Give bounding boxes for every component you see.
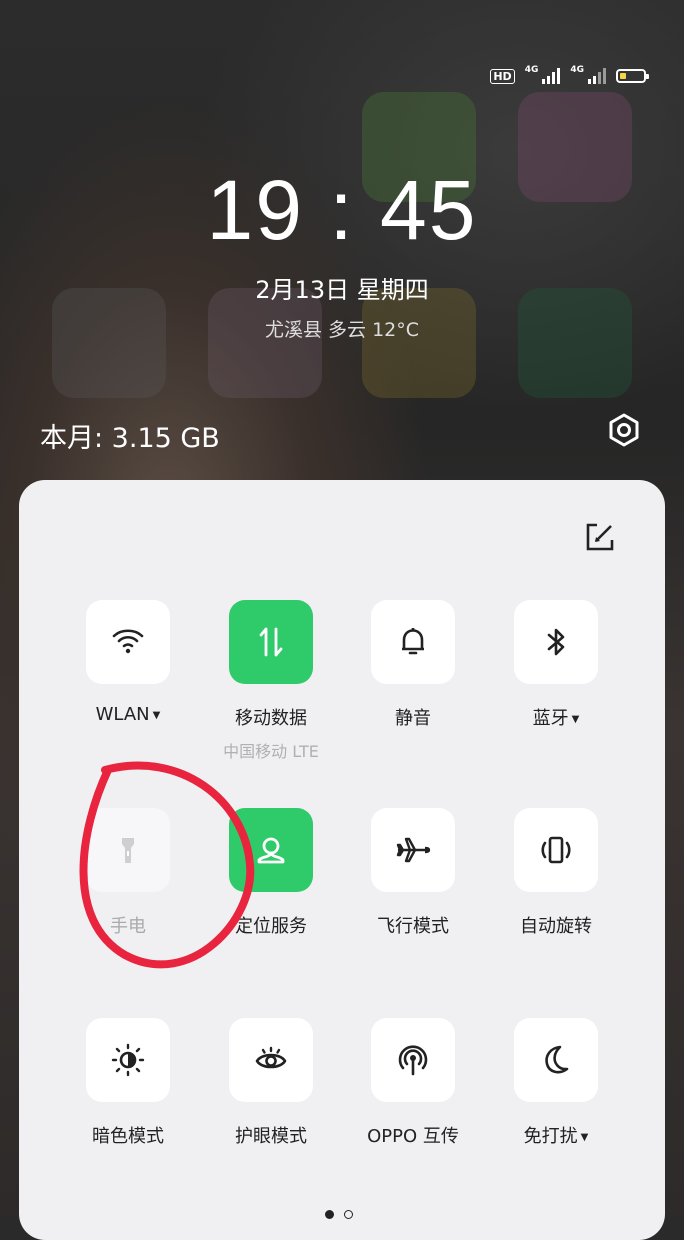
- bluetooth-icon: [547, 628, 565, 656]
- tile-label: 静音: [395, 708, 431, 729]
- caret-down-icon[interactable]: ▼: [572, 714, 580, 725]
- flashlight-icon: [122, 838, 134, 863]
- toggle-button[interactable]: [86, 808, 170, 892]
- location-icon: [257, 837, 285, 864]
- caret-down-icon[interactable]: ▼: [153, 710, 161, 721]
- dark-mode-icon: [111, 1043, 145, 1077]
- bell-icon: [402, 628, 424, 655]
- network-type-2: 4G: [570, 65, 584, 75]
- weather-text: 尤溪县 多云 12°C: [264, 319, 420, 341]
- quick-settings-panel: WLAN ▼ 移动数据 中国移动 LTE 静音 蓝牙 ▼ 手电 定位服务 飞行模式 自动旋转 暗色模式…: [19, 480, 665, 1240]
- tile-label: 免打扰: [523, 1126, 578, 1147]
- tile-label: 移动数据: [235, 708, 307, 729]
- battery-icon: [616, 69, 649, 83]
- toggle-button[interactable]: [86, 1018, 170, 1102]
- toggle-button[interactable]: [514, 600, 598, 684]
- page-indicator: [325, 1210, 353, 1219]
- tile-bluetooth[interactable]: 蓝牙 ▼: [481, 600, 631, 730]
- status-bar: HD 4G 4G: [490, 65, 649, 84]
- toggle-button[interactable]: [514, 1018, 598, 1102]
- hd-voice-icon: HD: [490, 68, 515, 84]
- tile-label: OPPO 互传: [367, 1126, 459, 1147]
- toggle-button[interactable]: [229, 808, 313, 892]
- tile-flashlight[interactable]: 手电: [53, 808, 203, 938]
- signal-icon-2: [588, 68, 606, 84]
- toggle-button[interactable]: [514, 808, 598, 892]
- tile-sublabel: 中国移动 LTE: [223, 742, 319, 761]
- oppo-share-icon: [398, 1045, 428, 1076]
- tile-label: 定位服务: [235, 916, 307, 937]
- edit-tiles-button[interactable]: [583, 520, 617, 554]
- network-type-1: 4G: [524, 65, 539, 75]
- moon-icon: [545, 1045, 569, 1074]
- page-dot: [325, 1210, 334, 1219]
- tile-oppo-share[interactable]: OPPO 互传: [338, 1018, 488, 1148]
- tile-label: 自动旋转: [520, 916, 592, 937]
- edit-icon: [586, 523, 614, 551]
- tile-airplane[interactable]: 飞行模式: [338, 808, 488, 938]
- tile-bell[interactable]: 静音: [338, 600, 488, 730]
- clock-time: 19 : 45: [206, 163, 478, 257]
- tile-rotate[interactable]: 自动旋转: [481, 808, 631, 938]
- battery-level: [620, 73, 626, 79]
- mobile-data-icon: [259, 627, 283, 657]
- date-text: 2月13日 星期四: [255, 276, 429, 304]
- tile-label: 手电: [110, 916, 146, 937]
- eye-icon: [255, 1046, 287, 1069]
- tile-location[interactable]: 定位服务: [196, 808, 346, 938]
- rotate-icon: [541, 836, 571, 864]
- tile-label: 蓝牙: [532, 708, 569, 729]
- data-usage-label: 本月: 3.15 GB: [40, 423, 220, 454]
- wifi-icon: [112, 629, 144, 654]
- toggle-button[interactable]: [229, 600, 313, 684]
- settings-button[interactable]: [606, 412, 642, 448]
- tile-eye[interactable]: 护眼模式: [196, 1018, 346, 1148]
- caret-down-icon[interactable]: ▼: [581, 1132, 589, 1143]
- tile-label: 暗色模式: [92, 1126, 164, 1147]
- toggle-button[interactable]: [371, 1018, 455, 1102]
- tile-dark-mode[interactable]: 暗色模式: [53, 1018, 203, 1148]
- gear-icon: [609, 413, 639, 447]
- tile-label: 护眼模式: [235, 1126, 307, 1147]
- tile-label: 飞行模式: [377, 916, 449, 937]
- signal-icon-1: [542, 68, 561, 84]
- toggle-button[interactable]: [371, 600, 455, 684]
- toggle-button[interactable]: [86, 600, 170, 684]
- toggle-button[interactable]: [229, 1018, 313, 1102]
- airplane-icon: [396, 837, 431, 863]
- tile-mobile-data[interactable]: 移动数据中国移动 LTE: [196, 600, 346, 762]
- page-dot: [344, 1210, 353, 1219]
- tile-label: WLAN: [95, 704, 150, 725]
- tile-wifi[interactable]: WLAN ▼: [53, 600, 203, 725]
- tile-moon[interactable]: 免打扰 ▼: [481, 1018, 631, 1148]
- toggle-button[interactable]: [371, 808, 455, 892]
